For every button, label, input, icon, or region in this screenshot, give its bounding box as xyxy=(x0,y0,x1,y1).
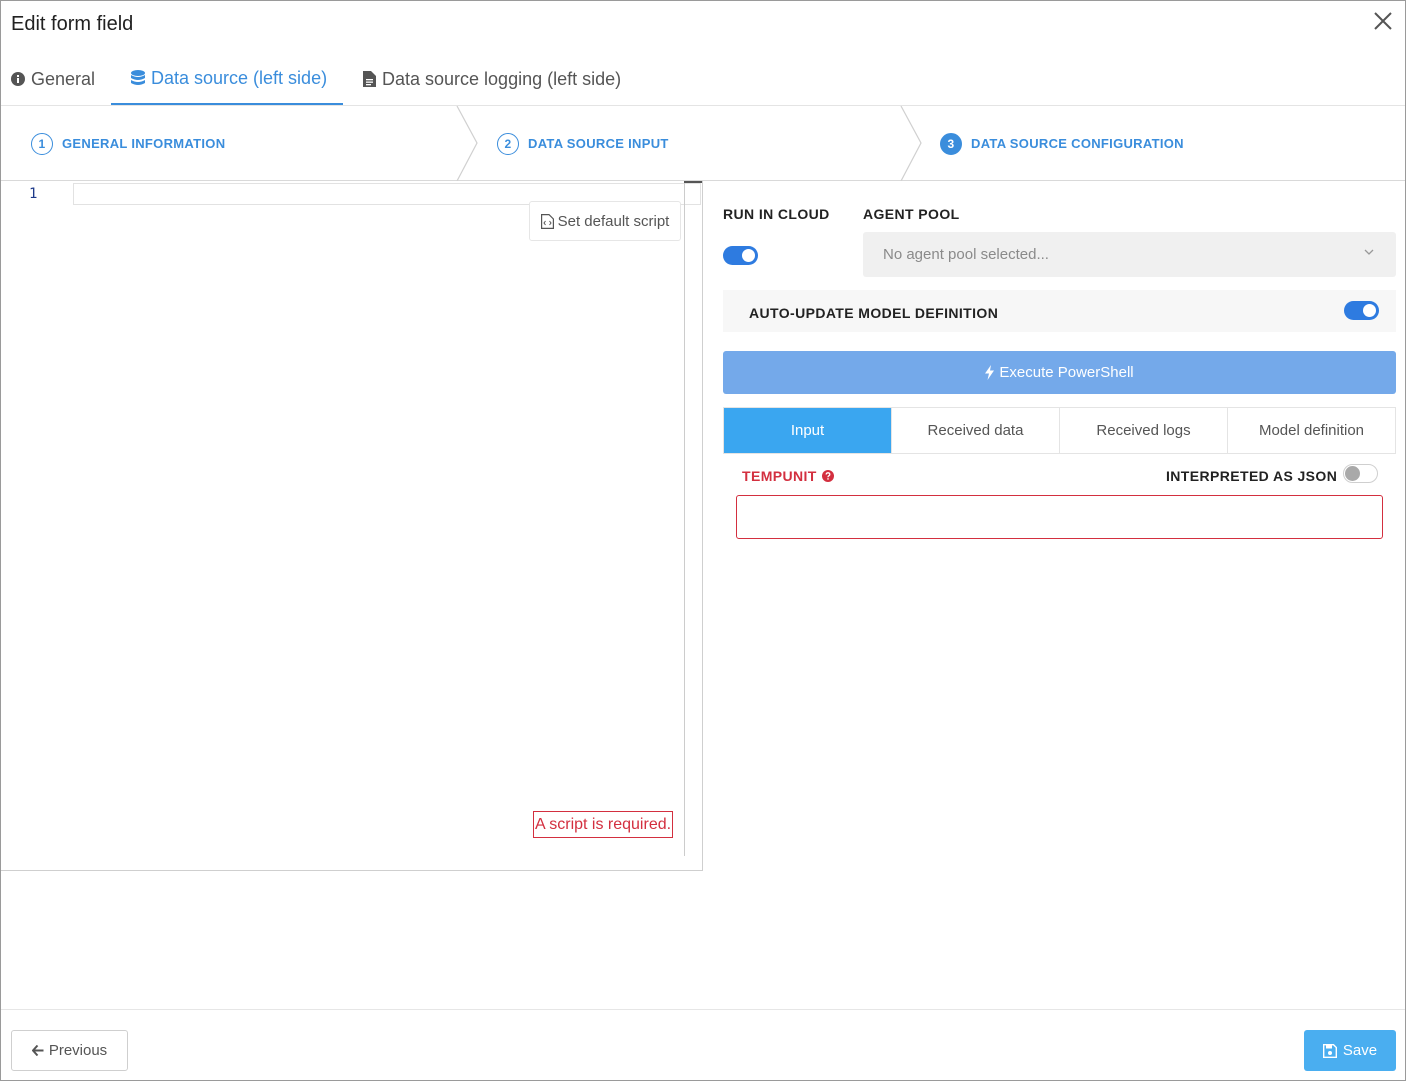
scrollbar-thumb[interactable] xyxy=(684,181,702,183)
tab-data-source-logging-label: Data source logging (left side) xyxy=(382,68,622,89)
editor-scrollbar[interactable] xyxy=(684,181,685,856)
footer-divider xyxy=(1,1009,1405,1010)
save-button[interactable]: Save xyxy=(1304,1030,1396,1071)
auto-update-label: AUTO-UPDATE MODEL DEFINITION xyxy=(749,305,999,321)
tab-data-source[interactable]: Data source (left side) xyxy=(111,53,343,105)
step-number: 2 xyxy=(497,132,519,155)
tab-input[interactable]: Input xyxy=(724,408,892,453)
agent-pool-select[interactable]: No agent pool selected... xyxy=(863,232,1396,277)
step-number: 3 xyxy=(940,132,962,155)
wizard-steps: 1 GENERAL INFORMATION 2 DATA SOURCE INPU… xyxy=(1,106,1405,181)
step-label: DATA SOURCE CONFIGURATION xyxy=(971,136,1184,151)
tab-received-data[interactable]: Received data xyxy=(892,408,1060,453)
step-data-source-configuration[interactable]: 3 DATA SOURCE CONFIGURATION xyxy=(940,106,1184,181)
tab-general[interactable]: General xyxy=(11,53,95,105)
interpreted-as-json-toggle[interactable] xyxy=(1343,464,1378,483)
database-icon xyxy=(131,70,145,85)
previous-button[interactable]: Previous xyxy=(11,1030,128,1071)
edit-form-field-dialog: Edit form field General Data source (lef… xyxy=(0,0,1406,1081)
file-code-icon xyxy=(540,213,554,229)
tab-data-source-logging[interactable]: Data source logging (left side) xyxy=(363,53,621,105)
set-default-script-label: Set default script xyxy=(557,212,670,230)
save-label: Save xyxy=(1342,1042,1378,1059)
step-label: DATA SOURCE INPUT xyxy=(528,136,669,151)
tempunit-label: TEMPUNIT xyxy=(742,468,834,484)
auto-update-toggle[interactable] xyxy=(1344,301,1379,320)
tab-model-definition[interactable]: Model definition xyxy=(1228,408,1395,453)
set-default-script-button[interactable]: Set default script xyxy=(529,201,681,241)
chevron-down-icon xyxy=(1364,249,1374,255)
step-number: 1 xyxy=(31,132,53,155)
step-data-source-input[interactable]: 2 DATA SOURCE INPUT xyxy=(497,106,669,181)
execute-powershell-label: Execute PowerShell xyxy=(999,364,1134,381)
floppy-disk-icon xyxy=(1322,1043,1337,1058)
script-editor[interactable]: 1 xyxy=(1,181,703,871)
dialog-title: Edit form field xyxy=(11,13,134,35)
info-circle-icon xyxy=(11,72,25,86)
interpreted-as-json-label: INTERPRETED AS JSON xyxy=(1166,468,1338,484)
main-tabs: General Data source (left side) Data sou… xyxy=(1,53,1405,106)
step-separator-icon xyxy=(456,106,478,181)
close-icon[interactable] xyxy=(1371,9,1395,33)
arrow-left-icon xyxy=(31,1045,44,1056)
file-text-icon xyxy=(363,71,376,87)
execute-powershell-button[interactable]: Execute PowerShell xyxy=(723,351,1396,394)
step-separator-icon xyxy=(900,106,922,181)
agent-pool-label: AGENT POOL xyxy=(863,206,960,222)
step-label: GENERAL INFORMATION xyxy=(62,136,226,151)
tempunit-label-text: TEMPUNIT xyxy=(742,468,817,484)
result-tabs: Input Received data Received logs Model … xyxy=(723,407,1396,454)
run-in-cloud-toggle[interactable] xyxy=(723,246,758,265)
previous-label: Previous xyxy=(48,1042,108,1059)
tempunit-input[interactable] xyxy=(736,495,1383,539)
script-required-error: A script is required. xyxy=(533,811,674,838)
tab-general-label: General xyxy=(31,68,96,89)
line-number: 1 xyxy=(29,186,38,202)
agent-pool-placeholder: No agent pool selected... xyxy=(883,246,1049,263)
question-circle-icon[interactable] xyxy=(821,470,834,482)
tab-received-logs[interactable]: Received logs xyxy=(1060,408,1228,453)
step-general-information[interactable]: 1 GENERAL INFORMATION xyxy=(31,106,225,181)
bolt-icon xyxy=(985,365,995,380)
tab-data-source-label: Data source (left side) xyxy=(151,67,328,88)
run-in-cloud-label: RUN IN CLOUD xyxy=(723,206,830,222)
